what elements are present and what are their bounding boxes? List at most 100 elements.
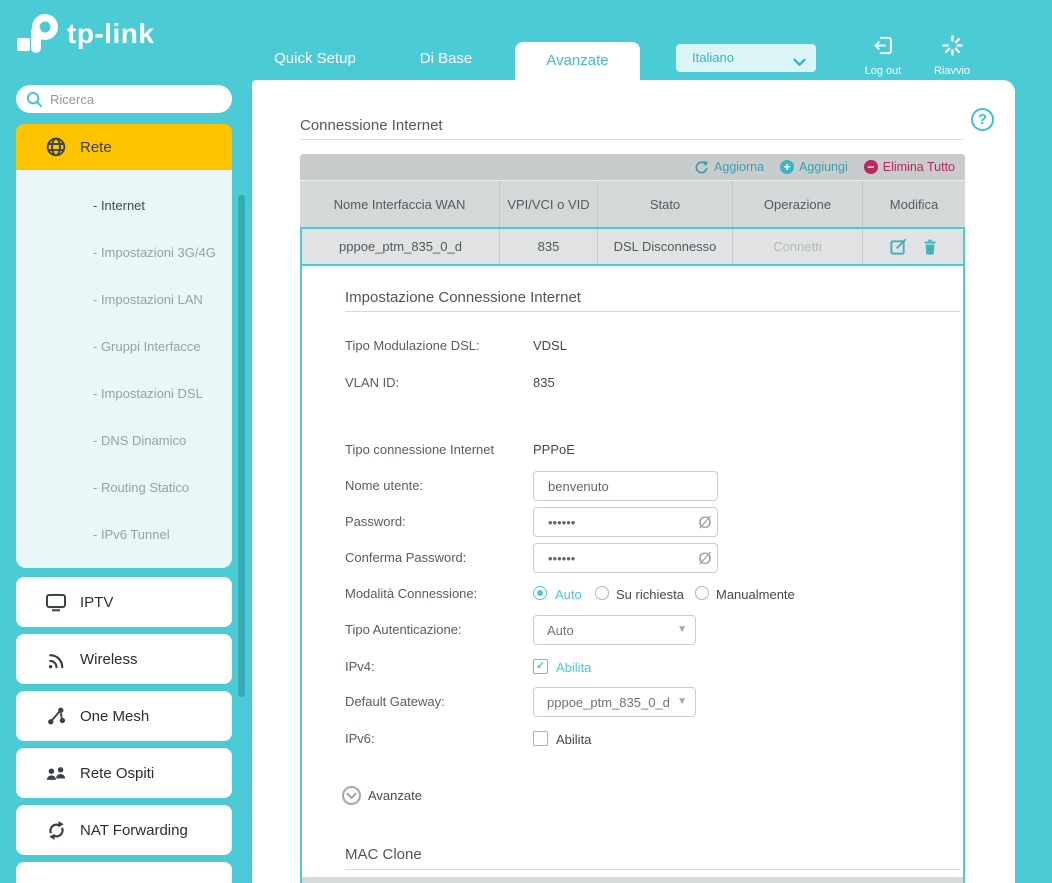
refresh-button[interactable]: Aggiorna	[694, 160, 764, 175]
sidebar-item-internet[interactable]: - Internet	[93, 198, 145, 213]
password-label: Password:	[345, 514, 406, 529]
brand-wordmark: tp-link	[67, 18, 155, 50]
advanced-label: Avanzate	[368, 788, 422, 803]
delete-all-button[interactable]: − Elimina Tutto	[864, 160, 955, 174]
sidebar-item-label: One Mesh	[80, 708, 149, 725]
auth-type-value: Auto	[547, 623, 574, 638]
sidebar-item-rete[interactable]: Rete	[16, 124, 232, 170]
add-button[interactable]: + Aggiungi	[780, 160, 848, 174]
sidebar-item-gruppi-interfacce[interactable]: - Gruppi Interfacce	[93, 339, 201, 354]
sidebar-item-dns-dinamico[interactable]: - DNS Dinamico	[93, 433, 186, 448]
confirm-password-field[interactable]	[533, 543, 718, 573]
section-heading: Impostazione Connessione Internet	[345, 289, 581, 306]
cell-vid: 835	[500, 229, 598, 264]
radio-auto-label[interactable]: Auto	[555, 587, 582, 602]
sidebar-search	[16, 85, 232, 113]
trash-icon[interactable]	[922, 238, 938, 256]
router-admin-screen: tp-link Quick Setup Di Base Avanzate Ita…	[0, 0, 1052, 883]
logout-icon	[872, 34, 895, 57]
sidebar-item-label: NAT Forwarding	[80, 822, 188, 839]
sidebar-item-3g4g[interactable]: - Impostazioni 3G/4G	[93, 245, 216, 260]
radio-manualmente-label[interactable]: Manualmente	[716, 587, 795, 602]
sidebar-item-label: Rete	[80, 139, 112, 156]
radio-manualmente[interactable]	[695, 586, 709, 600]
heart-icon	[45, 879, 67, 883]
sidebar-item-partial[interactable]	[16, 862, 232, 883]
logout-button[interactable]: Log out	[851, 34, 915, 77]
help-icon[interactable]: ?	[971, 108, 994, 131]
default-gateway-label: Default Gateway:	[345, 694, 445, 709]
ipv4-label: IPv4:	[345, 659, 375, 674]
reboot-button[interactable]: Riavvio	[920, 34, 984, 77]
col-header-vid: VPI/VCI o VID	[500, 181, 598, 227]
refresh-label: Aggiorna	[714, 160, 764, 174]
eye-slash-icon[interactable]: Ø	[694, 549, 716, 569]
connection-type-label: Tipo connessione Internet	[345, 442, 494, 457]
col-header-stato: Stato	[598, 181, 733, 227]
radio-su-richiesta-label[interactable]: Su richiesta	[616, 587, 684, 602]
edit-icon[interactable]	[889, 237, 908, 256]
ipv6-enable-label[interactable]: Abilita	[556, 732, 591, 747]
connect-button[interactable]: Connetti	[773, 239, 821, 254]
guests-icon	[45, 763, 67, 784]
search-icon	[25, 90, 44, 109]
tab-di-base[interactable]: Di Base	[386, 50, 506, 67]
chevron-down-icon	[793, 54, 806, 72]
mac-clone-divider	[345, 869, 960, 870]
refresh-icon	[694, 160, 709, 175]
sidebar-item-wireless[interactable]: Wireless	[16, 634, 232, 684]
table-row[interactable]: pppoe_ptm_835_0_d 835 DSL Disconnesso Co…	[300, 227, 965, 266]
search-input[interactable]	[50, 86, 220, 112]
sidebar-item-rete-ospiti[interactable]: Rete Ospiti	[16, 748, 232, 798]
ipv6-enable-checkbox[interactable]	[533, 731, 548, 746]
col-header-modifica: Modifica	[863, 181, 965, 227]
plus-icon: +	[780, 160, 794, 174]
tab-avanzate[interactable]: Avanzate	[515, 42, 640, 80]
globe-icon	[45, 136, 67, 158]
sidebar-item-label: Wireless	[80, 651, 138, 668]
sidebar-item-label: IPTV	[80, 594, 113, 611]
tp-link-logo: tp-link	[14, 10, 155, 58]
sidebar-item-ipv6-tunnel[interactable]: - IPv6 Tunnel	[93, 527, 170, 542]
language-select[interactable]: Italiano	[676, 44, 816, 72]
sidebar-item-iptv[interactable]: IPTV	[16, 577, 232, 627]
tp-link-logo-icon	[14, 10, 62, 58]
cell-interface-name: pppoe_ptm_835_0_d	[302, 229, 500, 264]
advanced-expander[interactable]: Avanzate	[342, 786, 422, 805]
nat-cycle-icon	[45, 820, 67, 841]
username-label: Nome utente:	[345, 478, 423, 493]
eye-slash-icon[interactable]: Ø	[694, 513, 716, 533]
username-field[interactable]	[533, 471, 718, 501]
title-divider	[300, 139, 963, 140]
radio-auto[interactable]	[533, 586, 547, 600]
radio-su-richiesta[interactable]	[595, 586, 609, 600]
vlan-id-value: 835	[533, 375, 555, 390]
default-gateway-select[interactable]: pppoe_ptm_835_0_d ▼	[533, 687, 696, 717]
logout-label: Log out	[851, 65, 915, 77]
wan-table-toolbar: Aggiorna + Aggiungi − Elimina Tutto	[300, 154, 965, 180]
ipv6-label: IPv6:	[345, 731, 375, 746]
password-field[interactable]	[533, 507, 718, 537]
tab-quick-setup[interactable]: Quick Setup	[250, 50, 380, 67]
sidebar-item-one-mesh[interactable]: One Mesh	[16, 691, 232, 741]
reboot-label: Riavvio	[920, 65, 984, 77]
confirm-password-label: Conferma Password:	[345, 550, 466, 565]
sidebar-item-routing-statico[interactable]: - Routing Statico	[93, 480, 189, 495]
ipv4-enable-checkbox[interactable]: ✓	[533, 659, 548, 674]
sidebar-item-nat-forwarding[interactable]: NAT Forwarding	[16, 805, 232, 855]
page-title: Connessione Internet	[300, 117, 443, 134]
cell-status: DSL Disconnesso	[598, 229, 733, 264]
dsl-modulation-value: VDSL	[533, 338, 567, 353]
dsl-modulation-label: Tipo Modulazione DSL:	[345, 338, 480, 353]
auth-type-select[interactable]: Auto ▼	[533, 615, 696, 645]
language-selected-value: Italiano	[692, 50, 734, 65]
sidebar-item-dsl[interactable]: - Impostazioni DSL	[93, 386, 203, 401]
sidebar-scrollbar[interactable]	[238, 195, 245, 697]
auth-type-label: Tipo Autenticazione:	[345, 622, 462, 637]
sidebar-item-lan[interactable]: - Impostazioni LAN	[93, 292, 203, 307]
rete-submenu: - Internet - Impostazioni 3G/4G - Impost…	[16, 170, 232, 568]
ipv4-enable-label[interactable]: Abilita	[556, 660, 591, 675]
reboot-spinner-icon	[941, 34, 964, 57]
default-gateway-value: pppoe_ptm_835_0_d	[547, 695, 670, 710]
col-header-name: Nome Interfaccia WAN	[300, 181, 500, 227]
